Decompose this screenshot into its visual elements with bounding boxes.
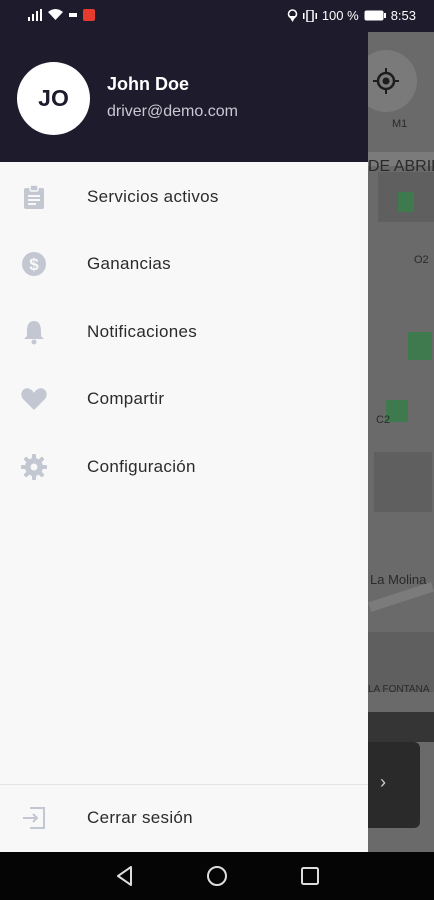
location-icon (287, 9, 298, 22)
menu-item-notificaciones[interactable]: Notificaciones (0, 302, 368, 362)
avatar[interactable]: JO (17, 62, 90, 135)
map-street-label: C2 (376, 414, 391, 426)
menu-item-label: Ganancias (87, 254, 171, 273)
map-street-label: DE ABRIL (368, 158, 434, 175)
back-icon[interactable] (113, 864, 137, 888)
divider (0, 784, 368, 785)
menu-item-servicios-activos[interactable]: Servicios activos (0, 167, 368, 227)
vibrate-icon (302, 9, 317, 22)
menu-item-label: Servicios activos (87, 187, 219, 206)
map-street-label: M1 (392, 118, 408, 130)
user-name: John Doe (107, 74, 190, 94)
clipboard-icon (21, 184, 47, 210)
menu-item-label: Compartir (87, 389, 165, 408)
bell-icon (21, 319, 47, 345)
crosshair-icon (373, 68, 399, 94)
signal-icon (28, 9, 42, 21)
recents-icon[interactable] (298, 864, 322, 888)
status-left-icons (28, 9, 95, 21)
clock: 8:53 (390, 8, 416, 23)
trip-card[interactable] (368, 742, 420, 828)
map-street-label: O2 (414, 254, 429, 266)
notification-dot-icon (69, 13, 77, 17)
menu-item-compartir[interactable]: Compartir (0, 369, 368, 429)
dollar-icon: $ (21, 251, 47, 277)
menu-item-configuracion[interactable]: Configuración (0, 437, 368, 497)
status-bar: 100 % 8:53 (0, 0, 434, 32)
gear-icon (21, 454, 47, 480)
menu-item-label: Notificaciones (87, 322, 198, 341)
heart-icon (21, 386, 47, 412)
logout-label: Cerrar sesión (87, 808, 193, 827)
logout-button[interactable]: Cerrar sesión (0, 788, 368, 848)
system-navigation-bar (0, 852, 434, 900)
status-right-icons: 100 % 8:53 (287, 8, 416, 23)
logout-icon (21, 805, 47, 831)
battery-icon (364, 10, 386, 21)
map-street-label: LA FONTANA (368, 684, 430, 695)
map-street-label: La Molina (370, 572, 427, 587)
user-email: driver@demo.com (107, 103, 238, 120)
wifi-icon (48, 9, 63, 20)
svg-text:$: $ (29, 255, 39, 274)
chevron-right-icon[interactable]: › (380, 772, 386, 793)
drawer-header: JO John Doe driver@demo.com (0, 32, 368, 162)
map-bottom-panel (368, 712, 434, 742)
app-notification-icon (83, 9, 95, 21)
menu-item-label: Configuración (87, 457, 196, 476)
menu-item-ganancias[interactable]: $ Ganancias (0, 234, 368, 294)
battery-percent: 100 % (321, 8, 359, 23)
home-icon[interactable] (205, 864, 229, 888)
navigation-drawer: JO John Doe driver@demo.com Servicios ac… (0, 32, 368, 852)
